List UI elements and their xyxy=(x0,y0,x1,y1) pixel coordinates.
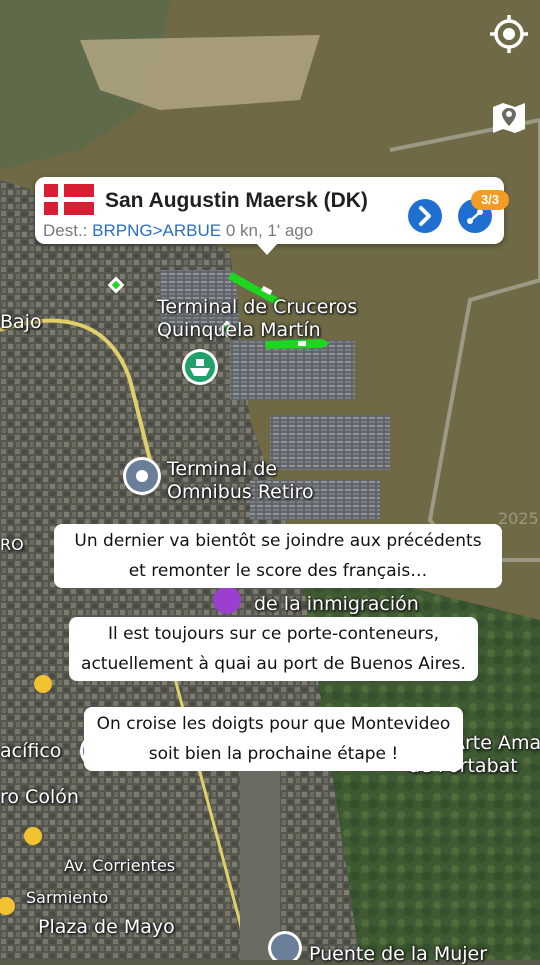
story-caption-2: Il est toujours sur ce porte-conteneurs,… xyxy=(69,617,478,681)
satellite-map[interactable]: Bajo Terminal de Cruceros Quinquela Mart… xyxy=(0,0,540,965)
map-label-puente-mujer: Puente de la Mujer xyxy=(309,943,488,965)
map-label-omnibus-retiro: Omnibus Retiro xyxy=(167,481,314,503)
port-dock-1 xyxy=(230,340,355,400)
map-pin-icon xyxy=(493,103,525,133)
map-label-colon: ro Colón xyxy=(0,786,79,808)
story-caption-1: Un dernier va bientôt se joindre aux pré… xyxy=(54,524,502,588)
map-label-terminal-de: Terminal de xyxy=(167,458,278,480)
vessel-count-badge: 3/3 xyxy=(471,190,509,210)
vessel-details-button[interactable] xyxy=(408,199,442,233)
map-layers-button[interactable] xyxy=(491,99,527,135)
poi-dot[interactable] xyxy=(24,827,42,845)
dest-label: Dest.: xyxy=(43,221,88,240)
vessel-info-card[interactable]: San Augustin Maersk (DK) Dest.: BRPNG>AR… xyxy=(35,177,509,255)
vessel-name: San Augustin Maersk (DK) xyxy=(105,189,368,212)
map-label-arte-ama: Arte Ama xyxy=(452,732,540,754)
map-label-pacifico: acífico xyxy=(0,740,62,762)
vessel-destination: Dest.: BRPNG>ARBUE 0 kn, 1' ago xyxy=(43,221,313,241)
map-watermark: 2025 xyxy=(498,509,539,528)
dest-code[interactable]: BRPNG>ARBUE xyxy=(92,221,221,240)
story-caption-3: On croise les doigts pour que Montevideo… xyxy=(84,707,463,771)
map-canvas[interactable] xyxy=(0,0,540,960)
map-label-sarmiento: Sarmiento xyxy=(26,888,109,907)
crosshair-icon xyxy=(490,15,528,53)
locate-button[interactable] xyxy=(489,14,529,54)
caption-line: On croise les doigts pour que Montevideo xyxy=(96,714,451,734)
speed-time: 0 kn, 1' ago xyxy=(225,221,314,240)
poi-dot[interactable] xyxy=(34,675,52,693)
map-label-plaza-de-mayo: Plaza de Mayo xyxy=(38,916,175,938)
caption-line: et remonter le score des français… xyxy=(128,561,428,581)
port-dock-2 xyxy=(270,415,390,470)
caption-line: Il est toujours sur ce porte-conteneurs, xyxy=(107,624,440,644)
map-label-terminal-cruceros: Terminal de Cruceros xyxy=(157,296,358,318)
map-label-ro: RO xyxy=(0,535,24,554)
bus-poi-icon[interactable] xyxy=(123,457,161,495)
caption-line: Un dernier va bientôt se joindre aux pré… xyxy=(74,531,482,551)
map-label-corrientes: Av. Corrientes xyxy=(64,856,176,875)
denmark-flag-icon xyxy=(44,184,94,215)
caption-line: soit bien la prochaine étape ! xyxy=(148,744,399,764)
chevron-right-icon xyxy=(419,206,431,226)
ship-poi-icon[interactable] xyxy=(182,349,218,385)
map-label-inmigracion: de la inmigración xyxy=(254,593,419,615)
caption-line: actuellement à quai au port de Buenos Ai… xyxy=(81,654,466,674)
museum-poi-icon[interactable] xyxy=(213,586,241,614)
map-label-bajo: Bajo xyxy=(0,311,42,333)
map-label-quinquela-martin: Quinquela Martín xyxy=(157,319,321,341)
